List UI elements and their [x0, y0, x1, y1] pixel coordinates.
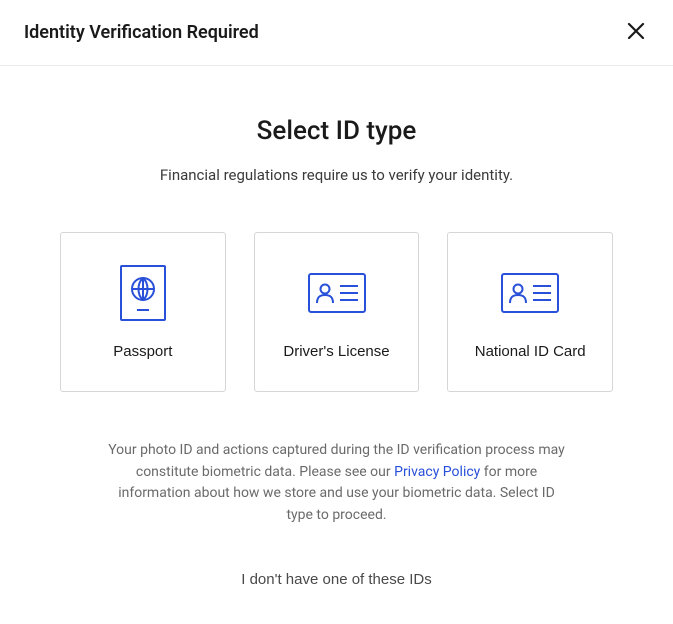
- id-card-icon: [501, 265, 559, 321]
- close-icon: [627, 22, 645, 43]
- id-option-label: National ID Card: [475, 343, 586, 360]
- page-subtitle: Financial regulations require us to veri…: [60, 166, 613, 184]
- id-option-label: Driver's License: [283, 343, 389, 360]
- privacy-policy-link[interactable]: Privacy Policy: [394, 464, 480, 480]
- modal-title: Identity Verification Required: [24, 22, 259, 43]
- modal-header: Identity Verification Required: [0, 0, 673, 66]
- id-type-options: Passport Driver's License: [60, 232, 613, 392]
- id-option-passport[interactable]: Passport: [60, 232, 226, 392]
- passport-icon: [120, 265, 166, 321]
- close-button[interactable]: [623, 18, 649, 47]
- page-title: Select ID type: [60, 116, 613, 146]
- modal-content: Select ID type Financial regulations req…: [0, 66, 673, 624]
- no-id-button[interactable]: I don't have one of these IDs: [231, 565, 442, 594]
- id-option-national-id[interactable]: National ID Card: [447, 232, 613, 392]
- biometric-disclaimer: Your photo ID and actions captured durin…: [107, 440, 567, 527]
- id-option-drivers-license[interactable]: Driver's License: [254, 232, 420, 392]
- id-option-label: Passport: [113, 343, 172, 360]
- id-card-icon: [308, 265, 366, 321]
